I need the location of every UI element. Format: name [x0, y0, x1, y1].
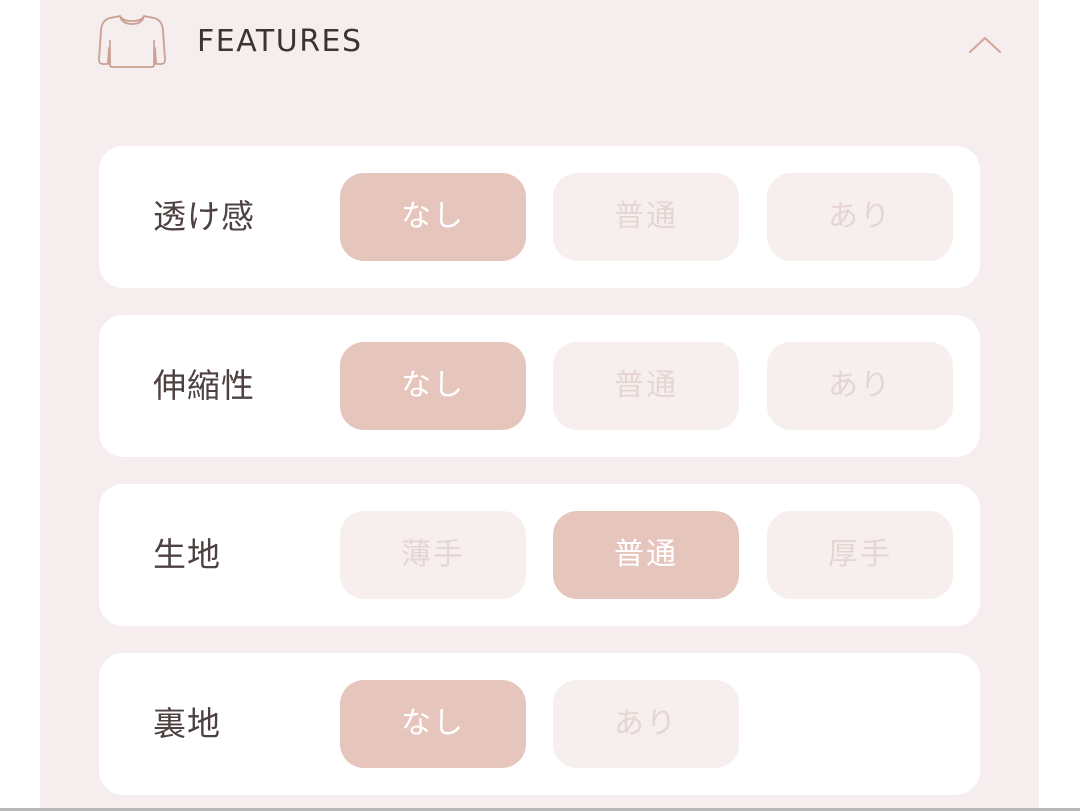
option-button[interactable]: あり	[553, 680, 739, 768]
feature-label: 伸縮性	[153, 366, 255, 405]
option-button[interactable]: あり	[767, 173, 953, 261]
section-title: FEATURES	[197, 24, 363, 59]
option-button[interactable]: 厚手	[767, 511, 953, 599]
feature-row-transparency: 透け感 なし 普通 あり	[99, 146, 980, 288]
shirt-icon	[98, 15, 166, 68]
feature-label: 透け感	[153, 197, 255, 236]
option-button[interactable]: なし	[340, 680, 526, 768]
option-button[interactable]: 普通	[553, 342, 739, 430]
feature-row-stretch: 伸縮性 なし 普通 あり	[99, 315, 980, 457]
option-button[interactable]: なし	[340, 342, 526, 430]
option-button[interactable]: 普通	[553, 511, 739, 599]
option-button[interactable]: あり	[767, 342, 953, 430]
features-page: FEATURES 透け感 なし 普通 あり 伸縮性 なし 普通 あり 生地 薄手…	[0, 0, 1080, 811]
features-header[interactable]: FEATURES	[40, 0, 1039, 90]
option-button[interactable]: 普通	[553, 173, 739, 261]
option-button[interactable]: なし	[340, 173, 526, 261]
feature-row-lining: 裏地 なし あり	[99, 653, 980, 795]
features-panel: FEATURES 透け感 なし 普通 あり 伸縮性 なし 普通 あり 生地 薄手…	[40, 0, 1039, 808]
feature-label: 裏地	[153, 704, 221, 743]
option-button[interactable]: 薄手	[340, 511, 526, 599]
feature-row-fabric: 生地 薄手 普通 厚手	[99, 484, 980, 626]
feature-label: 生地	[153, 535, 221, 574]
chevron-up-icon[interactable]	[968, 34, 1002, 56]
